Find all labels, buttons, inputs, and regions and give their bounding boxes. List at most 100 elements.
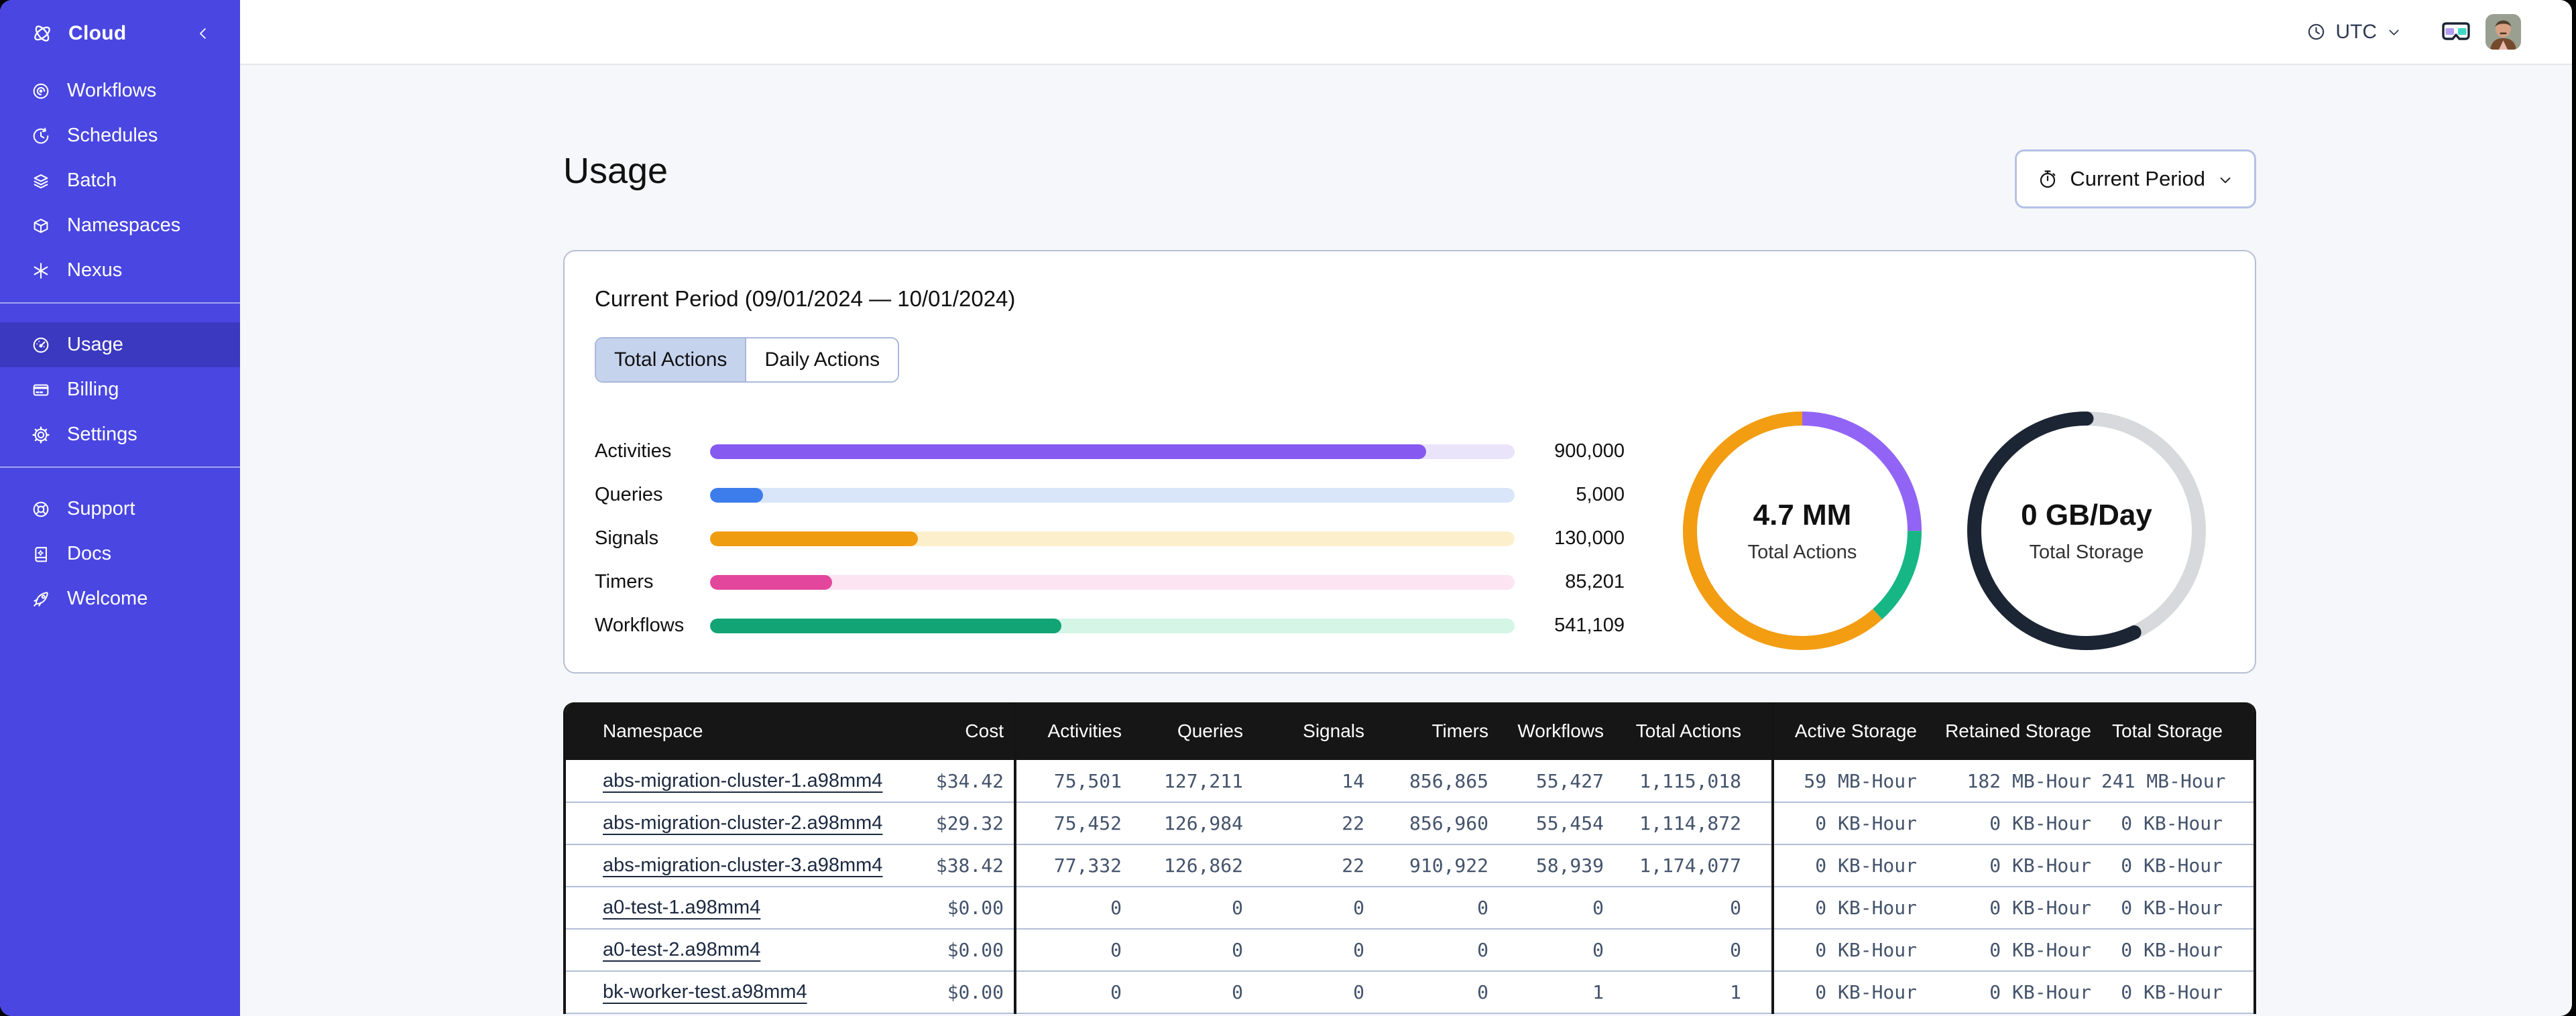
tab-total-actions[interactable]: Total Actions: [596, 338, 746, 381]
user-menu-chevron-down-icon[interactable]: [2530, 23, 2548, 41]
settings-icon: [31, 425, 51, 445]
cell-queries: 126,984: [1132, 802, 1253, 845]
sidebar-item-welcome[interactable]: Welcome: [0, 576, 240, 621]
app-window: Cloud Workflows Schedules Batch Namespaces N…: [0, 0, 2572, 1016]
usage-summary-card: Current Period (09/01/2024 — 10/01/2024)…: [563, 250, 2256, 674]
cell-retained-storage: 0 KB-Hour: [1927, 971, 2101, 1014]
sidebar-item-nexus[interactable]: Nexus: [0, 248, 240, 293]
sidebar-item-usage[interactable]: Usage: [0, 322, 240, 367]
bar-value: 900,000: [1554, 440, 1625, 462]
cell-timers: 0: [1374, 929, 1499, 972]
cell-retained-storage: 182 MB-Hour: [1927, 760, 2101, 803]
cell-workflows: 0: [1499, 887, 1614, 930]
namespace-link[interactable]: a0-test-1.a98mm4: [603, 897, 760, 918]
cell-cost: $0.00: [904, 971, 1016, 1014]
sidebar-item-label: Billing: [67, 379, 119, 400]
bar-label: Queries: [595, 484, 663, 505]
stopwatch-icon: [2037, 168, 2058, 190]
cell-active-storage: 0 KB-Hour: [1773, 971, 1927, 1014]
bar-fill: [710, 531, 918, 546]
cell-cost: $38.42: [904, 844, 1016, 887]
timezone-selector[interactable]: UTC: [2306, 21, 2402, 44]
sidebar-item-namespaces[interactable]: Namespaces: [0, 203, 240, 248]
chevron-down-icon: [2217, 170, 2234, 188]
bar-track: [710, 574, 1515, 590]
cell-active-storage: 0 KB-Hour: [1773, 887, 1927, 930]
namespace-link[interactable]: a0-test-2.a98mm4: [603, 939, 760, 960]
bar-track: [710, 618, 1515, 633]
sidebar-item-label: Docs: [67, 543, 112, 564]
card-title: Current Period (09/01/2024 — 10/01/2024): [595, 286, 1016, 311]
tab-daily-actions[interactable]: Daily Actions: [745, 338, 898, 381]
cell-namespace: a0-test-2.a98mm4: [566, 929, 904, 972]
cell-retained-storage: 0 KB-Hour: [1927, 929, 2101, 972]
table-row: abs-migration-cluster-2.a98mm4 $29.32 75,4…: [566, 802, 2253, 845]
bar-label: Workflows: [595, 615, 685, 636]
donut-total-storage: 0 GB/Day Total Storage: [1959, 403, 2214, 658]
bar-track: [710, 487, 1515, 503]
welcome-icon: [31, 589, 51, 609]
sidebar-item-docs[interactable]: Docs: [0, 531, 240, 576]
namespace-link[interactable]: abs-migration-cluster-1.a98mm4: [603, 770, 882, 791]
bar-value: 541,109: [1554, 615, 1625, 636]
sidebar-item-batch[interactable]: Batch: [0, 158, 240, 203]
cell-namespace: bk-worker-test.a98mm4: [566, 971, 904, 1014]
topbar: UTC: [240, 0, 2572, 65]
period-selector-button[interactable]: Current Period: [2015, 149, 2256, 208]
schedules-icon: [31, 126, 51, 146]
column-header-retained-storage: Retained Storage: [1927, 702, 2101, 760]
cell-namespace: a0-test-1.a98mm4: [566, 887, 904, 930]
column-header-signals: Signals: [1253, 702, 1374, 760]
cell-total-actions: 1: [1614, 971, 1774, 1014]
cell-timers: 856,960: [1374, 802, 1499, 845]
namespace-link[interactable]: abs-migration-cluster-3.a98mm4: [603, 854, 882, 876]
table-row: a0-test-1.a98mm4 $0.00 0 0 0 0 0 0 0 KB-Hour 0 KB…: [566, 887, 2253, 930]
sidebar-item-billing[interactable]: Billing: [0, 367, 240, 412]
sidebar-item-label: Batch: [67, 170, 117, 191]
sidebar-item-label: Settings: [67, 424, 137, 445]
sidebar-item-label: Welcome: [67, 588, 148, 609]
avatar[interactable]: [2485, 14, 2521, 50]
docs-icon: [31, 544, 51, 564]
cell-signals: 22: [1253, 802, 1374, 845]
batch-icon: [31, 171, 51, 191]
cell-signals: 0: [1253, 887, 1374, 930]
cell-retained-storage: 0 KB-Hour: [1927, 844, 2101, 887]
sidebar-item-schedules[interactable]: Schedules: [0, 113, 240, 158]
sidebar-collapse-icon[interactable]: [194, 25, 212, 42]
usage-icon: [31, 335, 51, 355]
cell-queries: 127,211: [1132, 760, 1253, 803]
table-row: abs-migration-cluster-3.a98mm4 $38.42 77,3…: [566, 844, 2253, 887]
cell-active-storage: 0 KB-Hour: [1773, 802, 1927, 845]
cell-queries: 0: [1132, 971, 1253, 1014]
cell-timers: 856,865: [1374, 760, 1499, 803]
main-content: Usage Current Period Current Period (09/…: [240, 66, 2572, 1016]
total-storage-label: Total Storage: [2029, 541, 2144, 563]
cell-queries: 126,862: [1132, 844, 1253, 887]
usage-bar-chart: Activities 900,000 Queries 5,000 Signals 130,…: [595, 430, 1627, 647]
cell-total-storage: 0 KB-Hour: [2101, 929, 2253, 972]
sidebar-item-support[interactable]: Support: [0, 487, 240, 531]
cell-total-storage: 0 KB-Hour: [2101, 887, 2253, 930]
table-row: a0-test-2.a98mm4 $0.00 0 0 0 0 0 0 0 KB-Hour 0 KB…: [566, 929, 2253, 972]
cell-queries: 0: [1132, 929, 1253, 972]
bar-label: Timers: [595, 571, 654, 592]
bar-queries: Queries 5,000: [595, 473, 1627, 517]
sidebar-item-settings[interactable]: Settings: [0, 412, 240, 457]
bar-timers: Timers 85,201: [595, 560, 1627, 604]
sidebar-item-workflows[interactable]: Workflows: [0, 68, 240, 113]
labs-glasses-icon[interactable]: [2440, 21, 2472, 44]
cell-namespace: abs-migration-cluster-1.a98mm4: [566, 760, 904, 803]
donut-total-actions: 4.7 MM Total Actions: [1675, 403, 1930, 658]
page-title: Usage: [563, 151, 668, 191]
cell-retained-storage: 0 KB-Hour: [1927, 802, 2101, 845]
namespaces-icon: [31, 216, 51, 236]
cell-queries: 0: [1132, 887, 1253, 930]
cell-activities: 0: [1015, 971, 1132, 1014]
namespace-link[interactable]: abs-migration-cluster-2.a98mm4: [603, 812, 882, 834]
support-icon: [31, 499, 51, 519]
cell-signals: 0: [1253, 929, 1374, 972]
namespace-link[interactable]: bk-worker-test.a98mm4: [603, 981, 807, 1003]
cell-workflows: 55,427: [1499, 760, 1614, 803]
cell-workflows: 0: [1499, 929, 1614, 972]
